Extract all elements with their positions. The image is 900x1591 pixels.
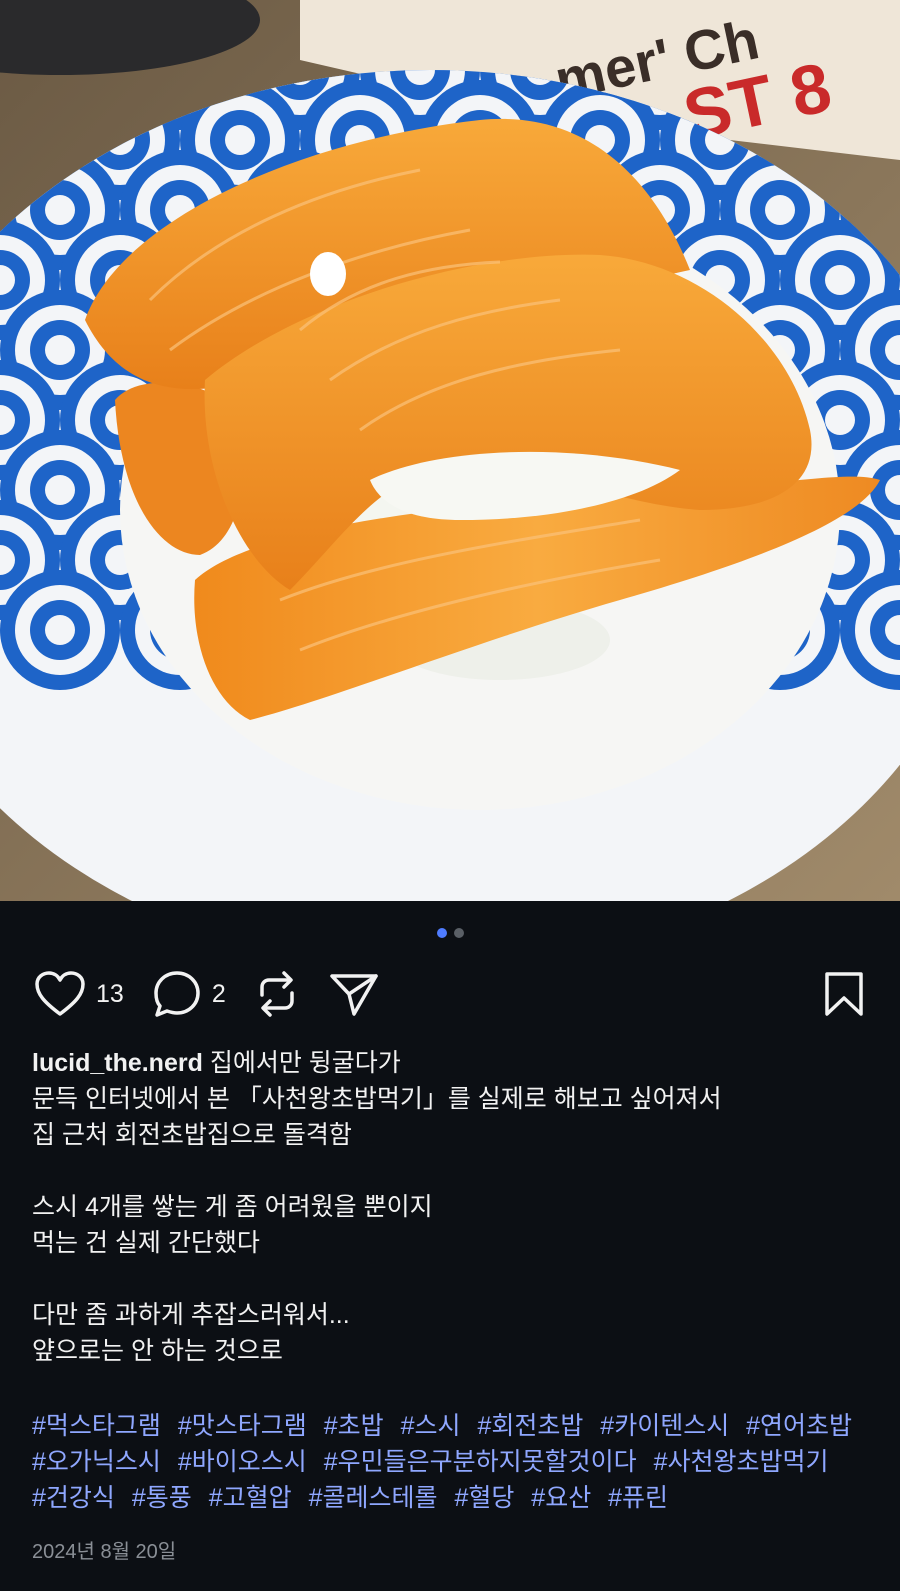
hashtag-link[interactable]: #스시: [401, 1412, 461, 1440]
post-caption: lucid_the.nerd 집에서만 뒹굴다가 문득 인터넷에서 본 「사천왕…: [32, 1045, 872, 1369]
hashtag-row: #먹스타그램 #맛스타그램 #초밥 #스시 #회전초밥 #카이텐스시 #연어초밥: [32, 1408, 882, 1444]
carousel-dot: [453, 928, 464, 938]
hashtag-link[interactable]: #맛스타그램: [178, 1412, 307, 1440]
hashtag-row: #오가닉스시 #바이오스시 #우민들은구분하지못할것이다 #사천왕초밥먹기: [32, 1444, 882, 1480]
repost-button[interactable]: [254, 969, 300, 1019]
hashtag-link[interactable]: #우민들은구분하지못할것이다: [324, 1448, 637, 1476]
hashtag-link[interactable]: #바이오스시: [178, 1448, 307, 1476]
hashtag-link[interactable]: #건강식: [32, 1484, 115, 1512]
hashtag-link[interactable]: #회전초밥: [477, 1412, 583, 1440]
save-button[interactable]: [822, 970, 866, 1018]
caption-line: [32, 1153, 872, 1189]
caption-line: 다만 좀 과하게 추잡스러워서...: [32, 1301, 350, 1329]
comment-count: 2: [211, 979, 226, 1008]
hashtag-link[interactable]: #연어초밥: [746, 1412, 852, 1440]
post-action-bar: 13 2: [34, 966, 866, 1022]
hashtag-link[interactable]: #오가닉스시: [32, 1448, 161, 1476]
bookmark-icon: [825, 972, 863, 1016]
caption-line: 얖으로는 안 하는 것으로: [32, 1337, 283, 1365]
hashtag-link[interactable]: #카이텐스시: [600, 1412, 729, 1440]
repost-icon: [259, 971, 294, 1017]
caption-line: 스시 4개를 쌓는 게 좀 어려웠을 뿐이지: [32, 1193, 433, 1221]
caption-line: 집 근처 회전초밥집으로 돌격함: [32, 1121, 352, 1149]
hashtag-link[interactable]: #콜레스테롤: [309, 1484, 438, 1512]
sushi-photo-illustration: mer' Ch ST 8: [0, 0, 900, 901]
caption-line: [32, 1261, 872, 1297]
paper-plane-icon: [329, 974, 378, 1016]
comment-bubble-icon: [154, 971, 200, 1017]
hashtag-link[interactable]: #초밥: [324, 1412, 384, 1440]
caption-line: 문득 인터넷에서 본 「사천왕초밥먹기」를 실제로 해보고 싶어져서: [32, 1085, 722, 1113]
hashtag-link[interactable]: #퓨린: [608, 1484, 668, 1512]
hashtag-link[interactable]: #사천왕초밥먹기: [654, 1448, 829, 1476]
hashtag-list: #먹스타그램 #맛스타그램 #초밥 #스시 #회전초밥 #카이텐스시 #연어초밥…: [32, 1408, 882, 1516]
hashtag-link[interactable]: #고혈압: [209, 1484, 292, 1512]
hashtag-link[interactable]: #혈당: [454, 1484, 514, 1512]
post-photo[interactable]: mer' Ch ST 8: [0, 0, 900, 901]
comment-button[interactable]: 2: [152, 969, 226, 1019]
username-link[interactable]: lucid_the.nerd: [32, 1049, 203, 1077]
post-date: 2024년 8월 20일: [32, 1541, 177, 1563]
hashtag-link[interactable]: #통풍: [132, 1484, 192, 1512]
share-button[interactable]: [328, 970, 380, 1018]
caption-text: 집에서만 뒹굴다가: [209, 1049, 401, 1077]
carousel-dot-active: [436, 928, 447, 938]
hashtag-row: #건강식 #통풍 #고혈압 #콜레스테롤 #혈당 #요산 #퓨린: [32, 1480, 882, 1516]
caption-line: lucid_the.nerd 집에서만 뒹굴다가: [32, 1045, 872, 1081]
caption-line: 먹는 건 실제 간단했다: [32, 1229, 260, 1257]
like-count: 13: [96, 979, 124, 1008]
like-button[interactable]: 13: [34, 970, 124, 1018]
heart-icon: [35, 971, 85, 1016]
hashtag-link[interactable]: #요산: [531, 1484, 591, 1512]
hashtag-link[interactable]: #먹스타그램: [32, 1412, 161, 1440]
carousel-indicator: [0, 928, 900, 938]
